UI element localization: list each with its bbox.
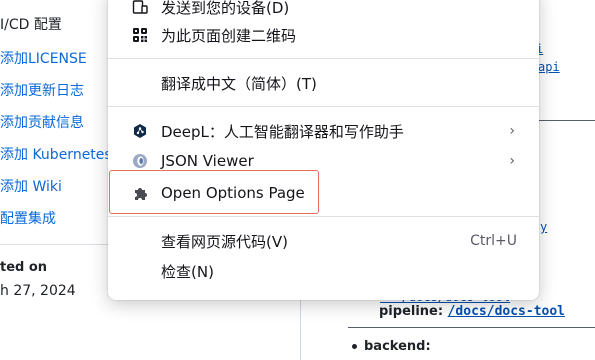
menu-label-open-options-page: Open Options Page <box>161 184 305 202</box>
menu-separator <box>108 58 539 59</box>
updated-on-label: ted on <box>0 260 48 275</box>
menu-label-create-qr: 为此页面创建二维码 <box>161 26 297 45</box>
shortcut-ctrl-u: Ctrl+U <box>470 233 517 249</box>
menu-label-translate: 翻译成中文（简体）(T) <box>161 74 317 93</box>
pipeline-row: pipeline: /docs/docs-tool <box>379 304 565 319</box>
backend-key: backend: <box>364 339 431 354</box>
chevron-right-icon: › <box>509 153 515 169</box>
menu-item-send-to-device[interactable]: 发送到您的设备(D) <box>108 0 539 22</box>
menu-item-view-source[interactable]: 查看网页源代码(V) Ctrl+U <box>108 226 539 256</box>
right-link-fragment-3[interactable]: y <box>540 220 547 234</box>
menu-separator <box>108 106 539 107</box>
menu-label-json-viewer: JSON Viewer <box>161 152 254 170</box>
menu-label-view-source: 查看网页源代码(V) <box>161 232 288 251</box>
menu-separator <box>108 216 539 217</box>
link-add-contributing[interactable]: 添加贡献信息 <box>0 112 84 132</box>
menu-item-open-options-page[interactable]: Open Options Page <box>108 178 539 208</box>
deepl-icon <box>132 123 148 139</box>
pipeline-key: pipeline: <box>379 304 444 319</box>
link-config-integration[interactable]: 配置集成 <box>0 208 56 228</box>
list-bullet <box>352 344 357 349</box>
menu-item-deepl[interactable]: DeepL：人工智能翻译器和写作助手 › <box>108 116 539 146</box>
updated-on-date: h 27, 2024 <box>0 283 76 299</box>
pipeline-link[interactable]: /docs/docs-tool <box>448 304 565 319</box>
chevron-right-icon: › <box>509 123 515 139</box>
menu-item-create-qr[interactable]: 为此页面创建二维码 <box>108 20 539 50</box>
right-divider-2 <box>348 327 595 328</box>
qr-code-icon <box>132 27 148 43</box>
puzzle-icon <box>132 185 148 201</box>
right-link-fragment-2[interactable]: api <box>538 60 560 74</box>
cicd-config-text: I/CD 配置 <box>0 17 62 33</box>
menu-label-send-to-device: 发送到您的设备(D) <box>161 0 290 17</box>
link-add-wiki[interactable]: 添加 Wiki <box>0 176 62 196</box>
device-icon <box>132 0 148 15</box>
context-menu: 发送到您的设备(D) 为此页面创建二维码 翻译成中文（简体）(T) DeepL：… <box>108 0 539 300</box>
link-add-license[interactable]: 添加LICENSE <box>0 48 87 68</box>
menu-label-deepl: DeepL：人工智能翻译器和写作助手 <box>161 122 404 141</box>
json-viewer-icon <box>132 153 148 169</box>
menu-item-json-viewer[interactable]: JSON Viewer › <box>108 146 539 176</box>
menu-item-inspect[interactable]: 检查(N) <box>108 256 539 286</box>
menu-label-inspect: 检查(N) <box>161 262 214 281</box>
link-add-changelog[interactable]: 添加更新日志 <box>0 80 84 100</box>
menu-item-translate[interactable]: 翻译成中文（简体）(T) <box>108 68 539 98</box>
